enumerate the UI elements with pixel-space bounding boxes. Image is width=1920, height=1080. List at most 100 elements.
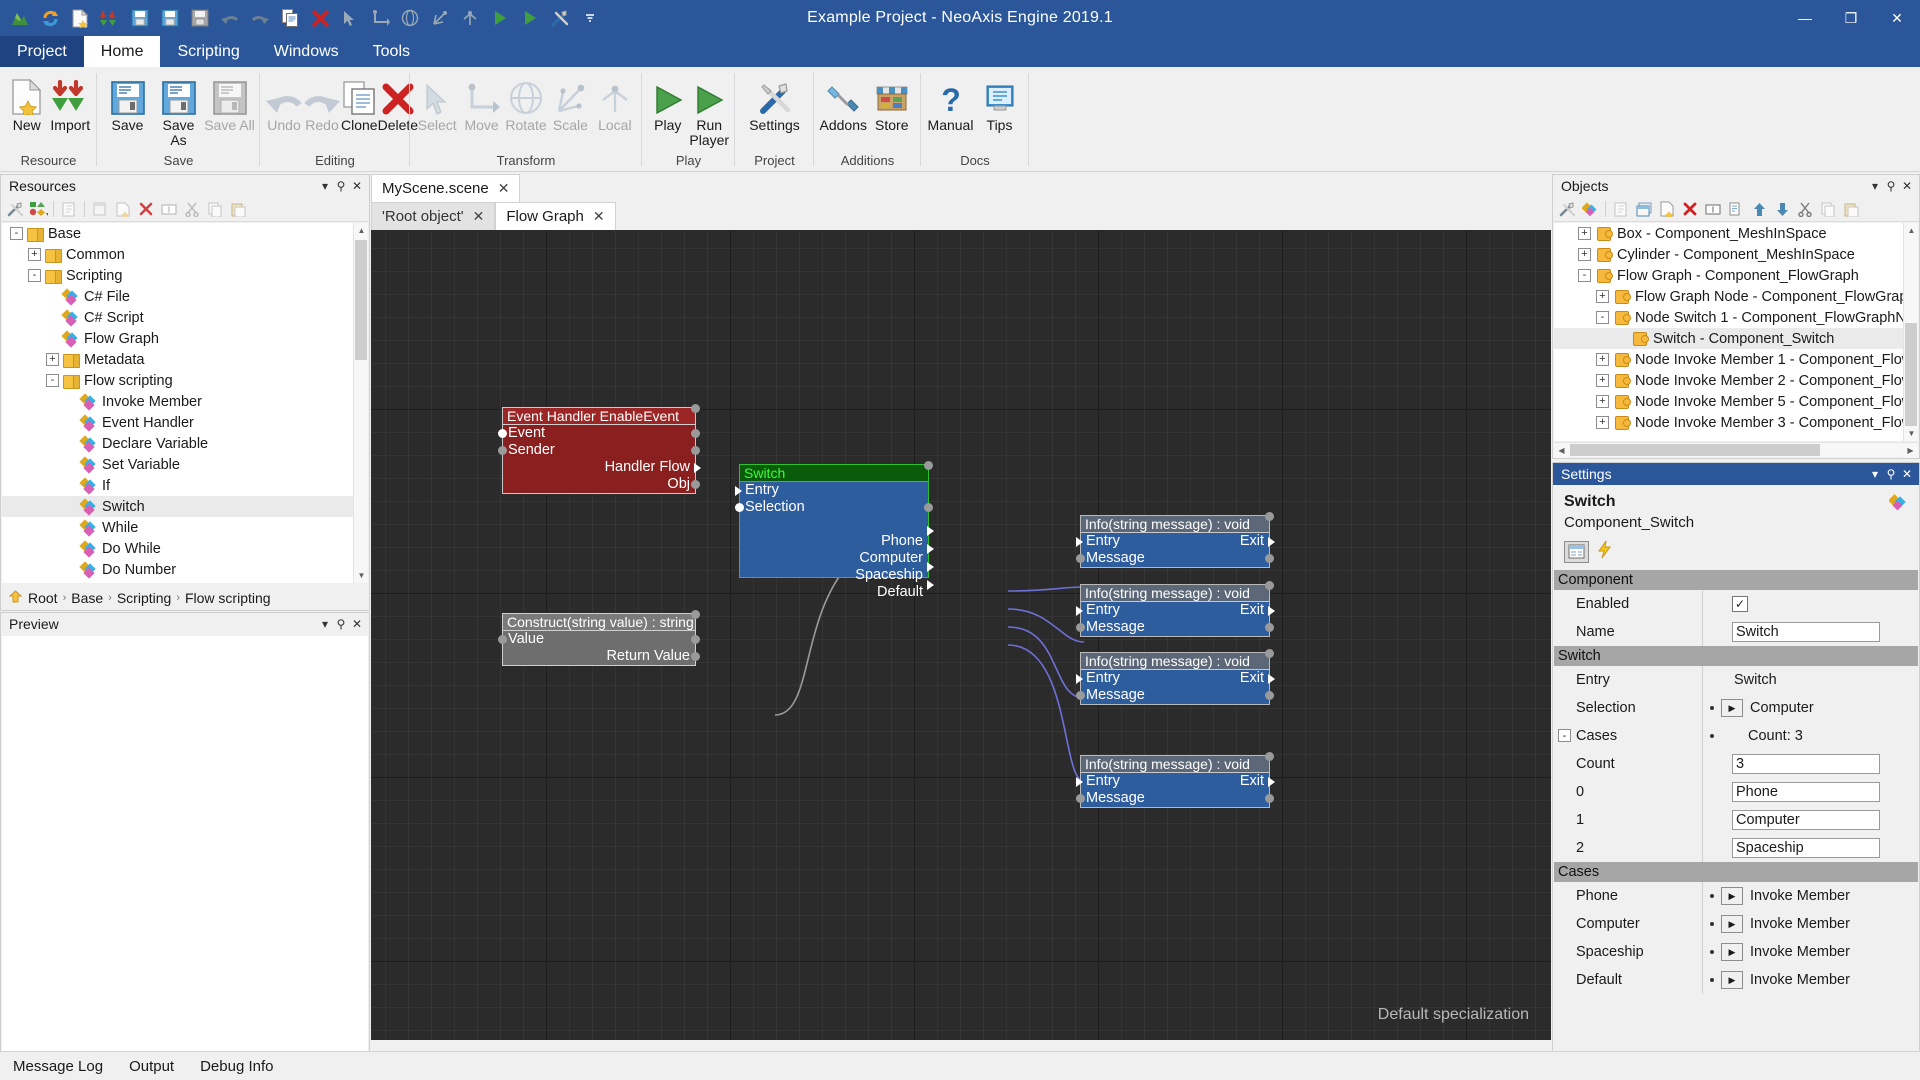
- tab-flow-graph-close-icon[interactable]: ✕: [593, 208, 605, 225]
- tree-item[interactable]: If: [2, 475, 368, 496]
- tree-expander-icon[interactable]: +: [1578, 248, 1591, 261]
- preview-dropdown-icon[interactable]: ▾: [317, 617, 333, 631]
- qat-clone-icon[interactable]: [276, 4, 304, 32]
- pin-obj-out[interactable]: [691, 480, 700, 489]
- scroll-up-icon[interactable]: ▲: [1904, 223, 1918, 238]
- delete-icon[interactable]: [135, 199, 157, 220]
- tree-expander-icon[interactable]: -: [10, 227, 23, 240]
- store-button[interactable]: Store: [868, 71, 917, 133]
- pin-exit-out[interactable]: [1268, 537, 1275, 547]
- group-collapse-icon[interactable]: -: [1558, 729, 1571, 742]
- new-button[interactable]: New: [5, 71, 49, 133]
- pin-exit-out[interactable]: [1268, 777, 1275, 787]
- graph-node-switch[interactable]: Switch Entry Selection Phone Computer Sp…: [735, 461, 934, 600]
- pin-right-2[interactable]: [1265, 623, 1274, 632]
- property-expand-button[interactable]: ▶: [1721, 699, 1743, 717]
- tree-item[interactable]: + Metadata: [2, 349, 368, 370]
- objects-pin-icon[interactable]: ⚲: [1883, 179, 1899, 193]
- qat-delete-icon[interactable]: [306, 4, 334, 32]
- window-icon[interactable]: [1633, 199, 1655, 220]
- qat-save-as-icon[interactable]: [156, 4, 184, 32]
- resources-dropdown-icon[interactable]: ▾: [317, 179, 333, 193]
- breadcrumb-item[interactable]: Flow scripting: [185, 590, 271, 606]
- pin-entry-in[interactable]: [1076, 537, 1083, 547]
- tree-item[interactable]: + Cylinder - Component_MeshInSpace: [1554, 244, 1918, 265]
- tree-item[interactable]: While: [2, 517, 368, 538]
- play-button[interactable]: Play: [647, 71, 689, 133]
- minimize-button[interactable]: —: [1782, 0, 1828, 36]
- scroll-left-icon[interactable]: ◀: [1554, 443, 1569, 458]
- qat-home-icon[interactable]: [6, 4, 34, 32]
- graph-node-construct[interactable]: Construct(string value) : string Value R…: [498, 610, 700, 666]
- tab-root-object[interactable]: 'Root object' ✕: [371, 202, 496, 230]
- settings-pin-icon[interactable]: ⚲: [1883, 467, 1899, 481]
- tree-expander-icon[interactable]: +: [1596, 290, 1609, 303]
- pin-handler-flow-out[interactable]: [694, 463, 701, 473]
- pin-selection-in[interactable]: [735, 503, 744, 512]
- tree-expander-icon[interactable]: +: [1596, 416, 1609, 429]
- tree-item[interactable]: - Base: [2, 223, 368, 244]
- pin-title-out[interactable]: [1265, 512, 1274, 521]
- copy-page-icon[interactable]: [1725, 199, 1747, 220]
- property-checkbox[interactable]: ✓: [1732, 596, 1748, 612]
- qat-new-file-icon[interactable]: [66, 4, 94, 32]
- tab-root-object-close-icon[interactable]: ✕: [473, 208, 485, 225]
- tree-item[interactable]: - Flow Graph - Component_FlowGraph: [1554, 265, 1918, 286]
- up-folder-icon[interactable]: [8, 589, 23, 607]
- tree-expander-icon[interactable]: -: [1596, 311, 1609, 324]
- pin-title-out[interactable]: [1265, 581, 1274, 590]
- tab-myscene[interactable]: MyScene.scene ✕: [371, 174, 521, 202]
- objects-close-icon[interactable]: ✕: [1899, 179, 1915, 193]
- graph-node-info-2[interactable]: Info(string message) : void Entry Exit Me…: [1076, 581, 1275, 637]
- property-expand-button[interactable]: ▶: [1721, 915, 1743, 933]
- tools-icon[interactable]: [4, 199, 26, 220]
- tips-button[interactable]: Tips: [975, 71, 1024, 133]
- pin-right-2[interactable]: [1265, 691, 1274, 700]
- tree-expander-icon[interactable]: +: [1596, 374, 1609, 387]
- tree-item[interactable]: C# File: [2, 286, 368, 307]
- preview-pin-icon[interactable]: ⚲: [333, 617, 349, 631]
- pin-return-value-out[interactable]: [691, 652, 700, 661]
- pin-entry-in[interactable]: [735, 486, 742, 496]
- tree-expander-icon[interactable]: +: [1578, 227, 1591, 240]
- resources-scrollbar-vertical[interactable]: ▲ ▼: [353, 223, 368, 583]
- qat-save-icon[interactable]: [126, 4, 154, 32]
- tree-expander-icon[interactable]: +: [28, 248, 41, 261]
- tree-item[interactable]: Declare Variable: [2, 433, 368, 454]
- resources-tree[interactable]: ▲ ▼ - Base + Common - Scripting C# File C# Scri…: [2, 223, 368, 583]
- move-down-icon[interactable]: [1771, 199, 1793, 220]
- status-debug-info[interactable]: Debug Info: [187, 1058, 286, 1075]
- resource-icon[interactable]: [1579, 199, 1601, 220]
- pin-event-in[interactable]: [498, 429, 507, 438]
- tools-icon[interactable]: [1556, 199, 1578, 220]
- qat-play-icon[interactable]: [486, 4, 514, 32]
- tree-item[interactable]: - Scripting: [2, 265, 368, 286]
- settings-close-icon[interactable]: ✕: [1899, 467, 1915, 481]
- property-expand-button[interactable]: ▶: [1721, 971, 1743, 989]
- scroll-up-icon[interactable]: ▲: [354, 223, 368, 238]
- tree-item[interactable]: + Common: [2, 244, 368, 265]
- pin-right-1[interactable]: [691, 429, 700, 438]
- ribbon-tab-home[interactable]: Home: [83, 36, 161, 67]
- preview-surface[interactable]: [2, 636, 368, 1053]
- pin-right-2[interactable]: [1265, 794, 1274, 803]
- objects-scrollbar-horizontal[interactable]: ◀ ▶: [1554, 442, 1918, 458]
- pin-right-2[interactable]: [691, 446, 700, 455]
- properties-view-icon[interactable]: [1564, 540, 1589, 563]
- pin-default-out[interactable]: [927, 580, 934, 590]
- tree-item[interactable]: For Each: [2, 580, 368, 583]
- ribbon-tab-scripting[interactable]: Scripting: [160, 36, 256, 67]
- pin-title-out[interactable]: [1265, 752, 1274, 761]
- status-message-log[interactable]: Message Log: [0, 1058, 116, 1075]
- addons-button[interactable]: Addons: [819, 71, 868, 133]
- tree-item[interactable]: - Node Switch 1 - Component_FlowGraphNode: [1554, 307, 1918, 328]
- tree-item[interactable]: Event Handler: [2, 412, 368, 433]
- tree-item[interactable]: + Node Invoke Member 1 - Component_FlowGr: [1554, 349, 1918, 370]
- run-player-button[interactable]: Run Player: [689, 71, 731, 148]
- property-textbox[interactable]: 3: [1732, 754, 1880, 774]
- property-textbox[interactable]: Spaceship: [1732, 838, 1880, 858]
- pin-message-in[interactable]: [1076, 623, 1085, 632]
- pin-value-in[interactable]: [498, 635, 507, 644]
- qat-import-icon[interactable]: [96, 4, 124, 32]
- pin-entry-in[interactable]: [1076, 674, 1083, 684]
